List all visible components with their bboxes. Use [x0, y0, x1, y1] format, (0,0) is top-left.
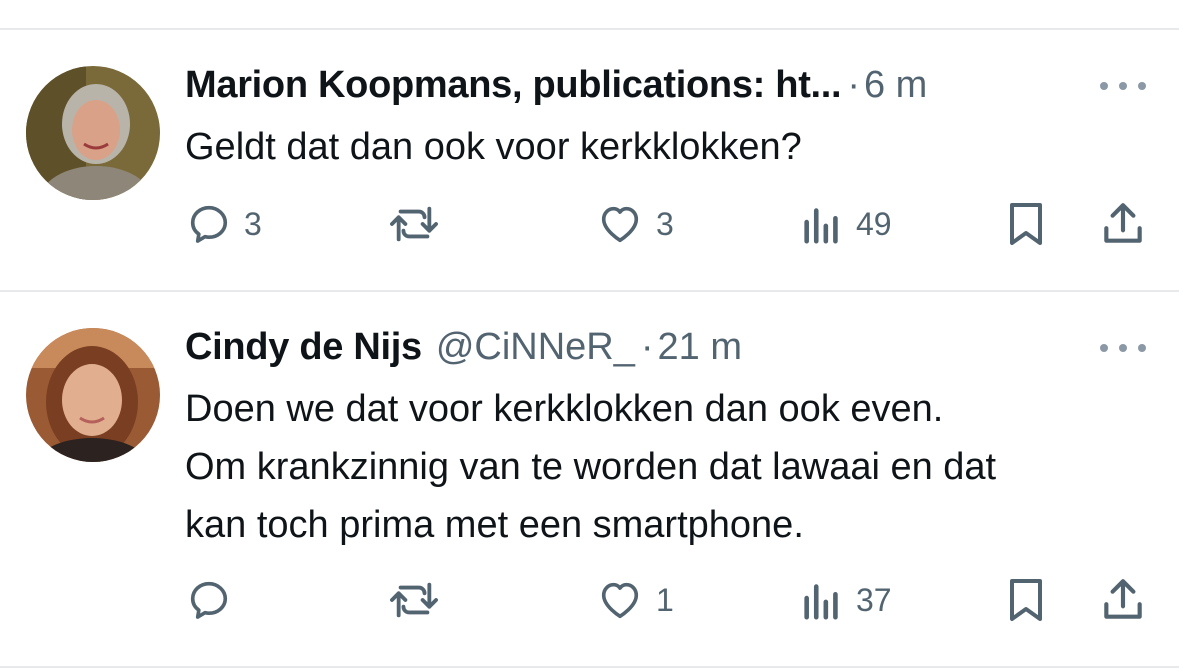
tweet-header: Cindy de Nijs @CiNNeR_ · 21 m	[185, 322, 742, 372]
share-button[interactable]	[1098, 574, 1148, 626]
reply-icon	[190, 205, 228, 243]
share-icon	[1104, 203, 1142, 243]
views-button[interactable]: 37	[800, 574, 892, 626]
author-name[interactable]: Marion Koopmans, publications: ht...	[185, 60, 842, 110]
share-button[interactable]	[1098, 198, 1148, 250]
views-count: 37	[856, 582, 892, 618]
reply-button[interactable]	[186, 574, 244, 626]
bookmark-icon	[1010, 579, 1042, 621]
more-icon[interactable]	[1100, 338, 1146, 358]
share-icon	[1104, 579, 1142, 619]
author-name[interactable]: Cindy de Nijs	[185, 322, 422, 372]
reply-icon	[190, 581, 228, 619]
repost-icon	[390, 582, 438, 618]
avatar[interactable]	[26, 66, 160, 200]
bookmark-button[interactable]	[1004, 574, 1048, 626]
more-icon[interactable]	[1100, 76, 1146, 96]
bookmark-button[interactable]	[1004, 198, 1048, 250]
author-handle[interactable]: @CiNNeR_	[436, 322, 635, 372]
views-count: 49	[856, 206, 892, 242]
repost-button[interactable]	[386, 198, 454, 250]
like-count: 1	[656, 582, 674, 618]
repost-button[interactable]	[386, 574, 454, 626]
tweet-text-line: Doen we dat voor kerkklokken dan ook eve…	[185, 388, 944, 430]
tweet-1[interactable]: Marion Koopmans, publications: ht... · 6…	[0, 30, 1179, 290]
timestamp[interactable]: 6 m	[864, 60, 927, 110]
like-button[interactable]: 3	[596, 198, 674, 250]
views-icon	[804, 584, 838, 620]
tweet-text-line: kan toch prima met een smartphone.	[185, 504, 804, 546]
timeline: Marion Koopmans, publications: ht... · 6…	[0, 0, 1179, 670]
like-icon	[601, 582, 639, 619]
like-icon	[601, 206, 639, 243]
reply-button[interactable]: 3	[186, 198, 262, 250]
divider	[0, 666, 1179, 668]
bookmark-icon	[1010, 203, 1042, 245]
tweet-2[interactable]: Cindy de Nijs @CiNNeR_ · 21 m Doen we da…	[0, 292, 1179, 668]
views-icon	[804, 208, 838, 244]
views-button[interactable]: 49	[800, 198, 892, 250]
separator-dot: ·	[640, 326, 654, 368]
like-button[interactable]: 1	[596, 574, 674, 626]
tweet-text-line: Om krankzinnig van te worden dat lawaai …	[185, 446, 997, 488]
separator-dot: ·	[847, 64, 860, 106]
tweet-text: Geldt dat dan ook voor kerkklokken?	[185, 118, 1160, 176]
tweet-text: Doen we dat voor kerkklokken dan ook eve…	[185, 380, 1160, 554]
repost-icon	[390, 206, 438, 242]
tweet-header: Marion Koopmans, publications: ht... · 6…	[185, 60, 927, 110]
tweet-text-line: Geldt dat dan ook voor kerkklokken?	[185, 126, 802, 168]
like-count: 3	[656, 206, 674, 242]
avatar[interactable]	[26, 328, 160, 462]
timestamp[interactable]: 21 m	[658, 322, 742, 372]
reply-count: 3	[244, 206, 262, 242]
